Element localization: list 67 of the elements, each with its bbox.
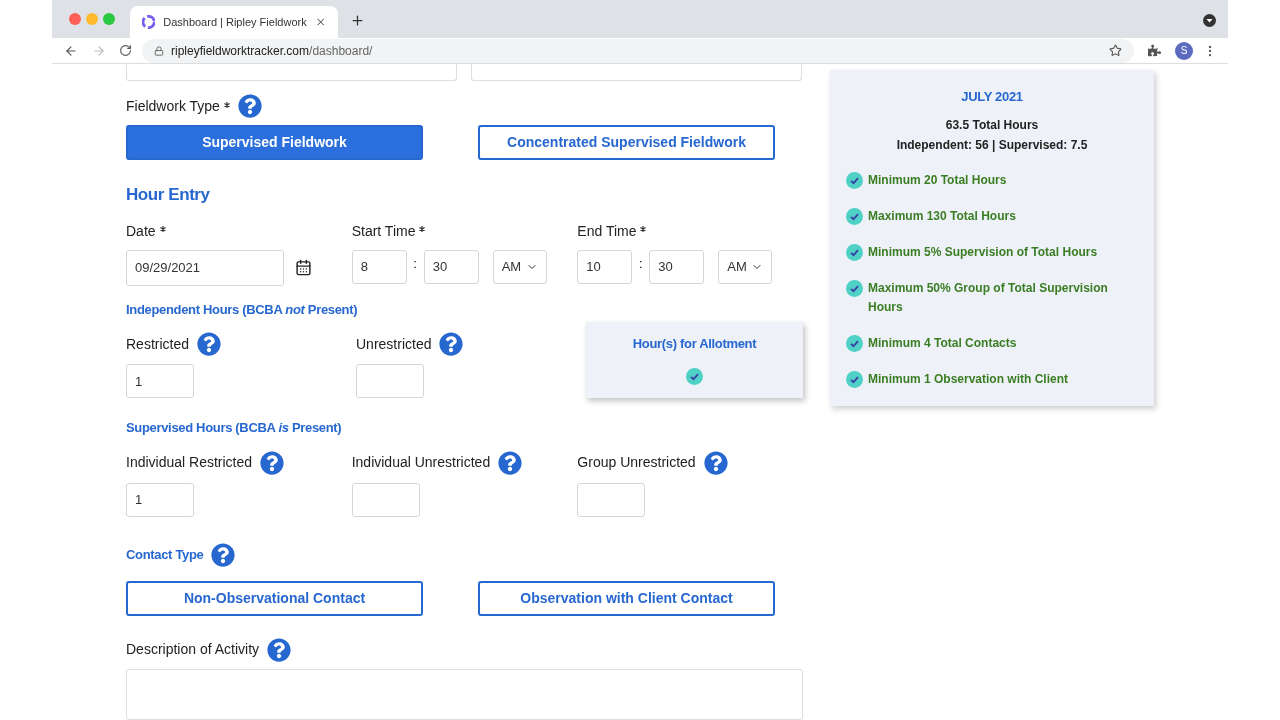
period-select[interactable]: AM [492, 249, 547, 284]
lock-icon [154, 45, 164, 56]
field-label: Unrestricted [356, 334, 432, 354]
help-icon[interactable] [498, 450, 523, 475]
field-label: Start Time [351, 222, 416, 241]
help-icon[interactable] [237, 94, 262, 118]
number-field[interactable]: 30 [649, 249, 705, 284]
calendar-icon[interactable] [295, 259, 312, 276]
field-label: Fieldwork Type [126, 96, 220, 116]
field-label: Group Unrestricted [577, 453, 696, 472]
option-button[interactable]: Observation with Client Contact [478, 580, 775, 616]
total-hours: 63.5 Total Hours [944, 116, 1040, 134]
extensions-icon[interactable] [1148, 44, 1161, 57]
number-field[interactable]: 30 [423, 249, 479, 284]
select-field[interactable] [471, 64, 802, 81]
select-field[interactable] [126, 64, 457, 81]
field-label: Individual Unrestricted [351, 453, 491, 472]
section-label: Contact Type [126, 545, 204, 564]
field-label: Restricted [126, 334, 190, 354]
help-icon[interactable] [260, 450, 285, 475]
requirement-text: Maximum 50% Group of Total Supervision Hours [868, 279, 1109, 316]
number-field[interactable]: 8 [351, 249, 407, 284]
help-icon[interactable] [439, 332, 464, 356]
section-title: Hour Entry [126, 184, 211, 206]
month-title: JULY 2021 [960, 88, 1024, 106]
requirement-text: Minimum 20 Total Hours [868, 171, 1007, 189]
subsection-title: Supervised Hours (BCBA is Present) [126, 419, 343, 437]
requirement-text: Maximum 130 Total Hours [868, 207, 1016, 225]
option-button[interactable]: Supervised Fieldwork [126, 125, 423, 160]
subsection-title: Independent Hours (BCBA not Present) [126, 300, 359, 319]
number-field[interactable] [356, 364, 424, 398]
number-field[interactable]: 1 [126, 482, 194, 517]
bookmark-star-icon[interactable] [1109, 44, 1122, 57]
tab-title: Dashboard | Ripley Fieldwork [163, 14, 307, 30]
help-icon[interactable] [211, 542, 236, 567]
time-separator: : [412, 254, 418, 273]
option-button[interactable]: Non-Observational Contact [126, 580, 423, 616]
help-icon[interactable] [197, 332, 222, 356]
field-label: End Time [577, 222, 637, 241]
url-text: ripleyfieldworktracker.com/dashboard/ [171, 42, 373, 60]
reload-icon[interactable] [119, 44, 132, 57]
dropdown-icon[interactable] [1203, 14, 1216, 27]
site-logo-icon [142, 15, 156, 29]
requirement-text: Minimum 4 Total Contacts [868, 334, 1017, 352]
allotment-title: Hour(s) for Allotment [632, 335, 757, 353]
time-separator: : [638, 254, 644, 273]
field-label: Individual Restricted [126, 453, 253, 472]
period-select[interactable]: AM [718, 249, 773, 284]
address-bar[interactable]: ripleyfieldworktracker.com/dashboard/ [142, 38, 1134, 63]
number-field[interactable] [351, 482, 420, 517]
number-field[interactable]: 1 [126, 364, 194, 398]
field-label: Date [126, 222, 156, 241]
requirement-text: Minimum 1 Observation with Client [868, 370, 1069, 388]
browser-tab[interactable]: Dashboard | Ripley Fieldwork [130, 6, 338, 38]
hours-breakdown: Independent: 56 | Supervised: 7.5 [895, 136, 1089, 154]
number-field[interactable]: 10 [577, 249, 633, 284]
date-field[interactable]: 09/29/2021 [126, 249, 284, 286]
number-field[interactable] [577, 482, 646, 517]
back-icon[interactable] [64, 43, 78, 58]
new-tab-icon[interactable] [350, 13, 365, 28]
help-icon[interactable] [267, 637, 292, 662]
close-icon[interactable] [314, 16, 326, 28]
requirement-text: Minimum 5% Supervision of Total Hours [868, 243, 1098, 261]
profile-avatar[interactable]: S [1175, 41, 1193, 60]
option-button[interactable]: Concentrated Supervised Fieldwork [478, 125, 775, 160]
help-icon[interactable] [703, 450, 728, 475]
field-label: Description of Activity [126, 640, 260, 659]
